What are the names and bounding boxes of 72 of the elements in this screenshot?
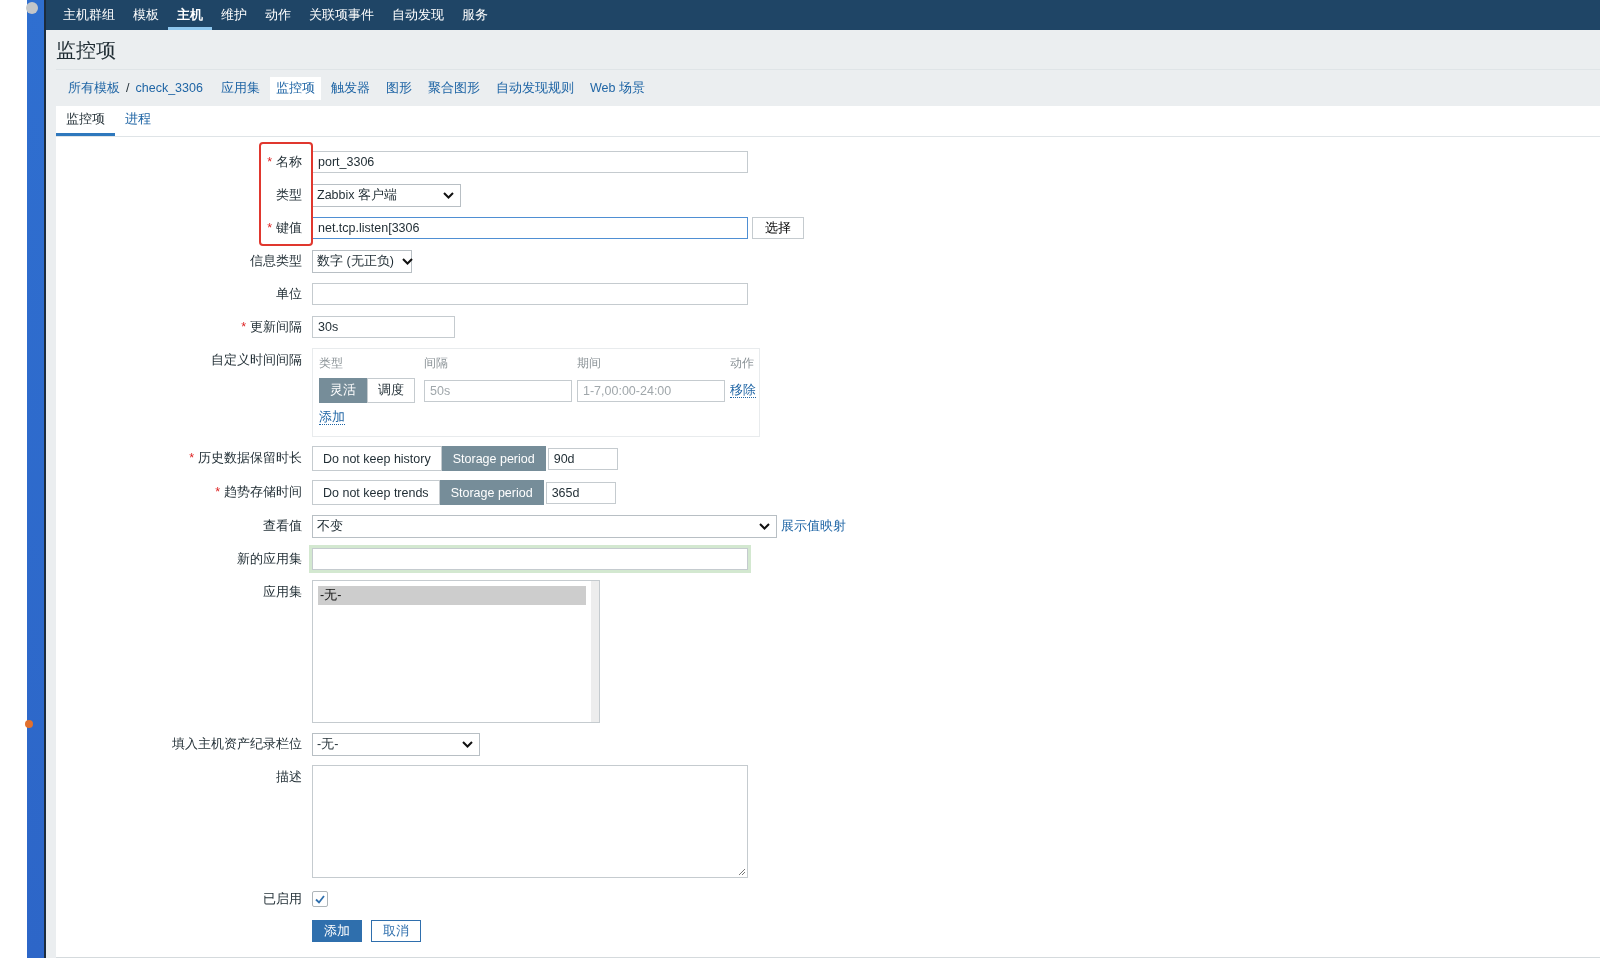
field-label: 描述: [275, 769, 302, 786]
menu-item[interactable]: 关联项事件: [300, 0, 383, 30]
menu-item[interactable]: 动作: [256, 0, 300, 30]
column-header: 间隔: [424, 355, 449, 372]
storage-option[interactable]: Do not keep trends: [312, 480, 440, 505]
field-label: 已启用: [262, 891, 302, 908]
section-link[interactable]: 应用集: [214, 76, 266, 100]
cancel-button[interactable]: 取消: [371, 920, 421, 942]
period-input[interactable]: 90d: [547, 447, 618, 470]
field-label: 自定义时间间隔: [210, 352, 302, 369]
text-input[interactable]: [312, 548, 748, 570]
add-button[interactable]: 添加: [312, 920, 362, 942]
add-link[interactable]: 添加: [319, 410, 345, 425]
text-input[interactable]: net.tcp.listen[3306: [312, 217, 748, 239]
storage-option[interactable]: Do not keep history: [312, 446, 442, 471]
field-label: 查看值: [262, 518, 302, 535]
menu-item[interactable]: 模板: [124, 0, 168, 30]
caret-icon: [401, 257, 413, 265]
tab[interactable]: 进程: [115, 106, 161, 136]
menu-item[interactable]: 自动发现: [383, 0, 453, 30]
field-label: * 趋势存储时间: [214, 484, 302, 501]
breadcrumb-link[interactable]: check_3306: [133, 78, 205, 98]
menu-item[interactable]: 主机: [168, 0, 212, 30]
section-link[interactable]: 自动发现规则: [489, 76, 580, 100]
enabled-checkbox[interactable]: [312, 891, 328, 907]
field-label: * 历史数据保留时长: [188, 450, 302, 467]
dropdown[interactable]: 数字 (无正负): [312, 249, 412, 273]
section-link[interactable]: 触发器: [324, 76, 376, 100]
column-header: 动作: [730, 355, 755, 372]
application-listbox[interactable]: -无-: [312, 580, 600, 723]
field-label: 填入主机资产纪录栏位: [171, 736, 302, 753]
resize-grip-icon: [738, 868, 746, 876]
section-link[interactable]: Web 场景: [583, 76, 651, 100]
field-label: 应用集: [262, 584, 302, 601]
menu-item[interactable]: 主机群组: [54, 0, 124, 30]
interval-type-option[interactable]: 调度: [367, 378, 415, 403]
column-header: 类型: [319, 355, 344, 372]
dropdown[interactable]: 不变: [312, 514, 777, 538]
dropdown[interactable]: Zabbix 客户端: [312, 183, 461, 207]
field-label: * 名称: [266, 154, 302, 171]
text-input[interactable]: 30s: [312, 316, 455, 338]
text-input[interactable]: port_3306: [312, 151, 748, 173]
field-label: * 键值: [266, 220, 302, 237]
caret-icon: [443, 191, 454, 199]
field-label: 单位: [275, 286, 302, 303]
section-link[interactable]: 图形: [379, 76, 418, 100]
page-title: 监控项: [55, 38, 117, 63]
list-option[interactable]: -无-: [318, 586, 586, 605]
field-label: 类型: [275, 187, 302, 204]
column-header: 期间: [577, 355, 602, 372]
select-button[interactable]: 选择: [752, 217, 804, 239]
circle-icon: [26, 2, 38, 14]
description-textarea[interactable]: [312, 765, 748, 878]
dot-icon: [25, 718, 33, 730]
value-mapping-link[interactable]: 展示值映射: [781, 517, 846, 535]
section-link[interactable]: 监控项: [269, 76, 321, 100]
menu-item[interactable]: 服务: [453, 0, 497, 30]
breadcrumb-link[interactable]: 所有模板: [66, 76, 122, 100]
field-label: 信息类型: [249, 253, 302, 270]
tab[interactable]: 监控项: [56, 106, 115, 136]
scrollbar[interactable]: [591, 581, 599, 722]
period-input[interactable]: 365d: [545, 481, 616, 504]
dropdown[interactable]: -无-: [312, 732, 480, 756]
caret-icon: [462, 740, 473, 748]
breadcrumb-separator: /: [126, 81, 130, 95]
field-label: 新的应用集: [236, 551, 302, 568]
remove-link[interactable]: 移除: [730, 383, 756, 398]
text-input[interactable]: [312, 283, 748, 305]
section-link[interactable]: 聚合图形: [421, 76, 486, 100]
menu-item[interactable]: 维护: [212, 0, 256, 30]
caret-icon: [759, 522, 770, 530]
field-label: * 更新间隔: [240, 319, 302, 336]
